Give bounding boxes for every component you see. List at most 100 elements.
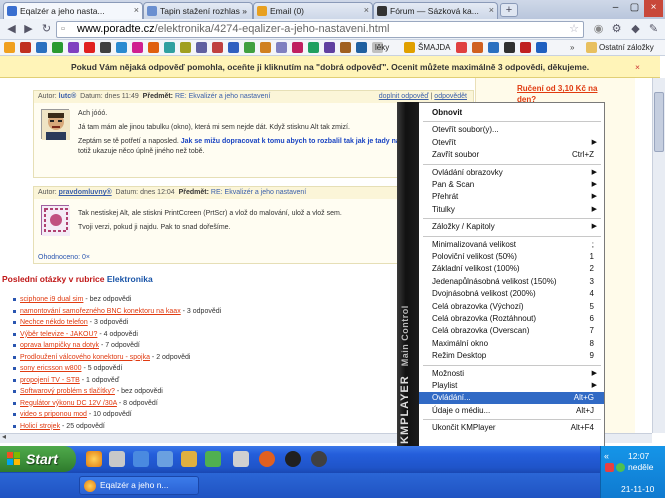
bookmark-icon[interactable] <box>356 42 367 53</box>
question-link[interactable]: Regulátor výkonu DC 12V /30A <box>20 400 117 407</box>
menu-item[interactable]: Ukončit KMPlayer Alt+F4 <box>419 422 604 434</box>
menu-item[interactable]: Poloviční velikost (50%) 1 <box>419 251 604 263</box>
bookmark-icon[interactable] <box>228 42 239 53</box>
menu-item[interactable]: Minimalizovaná velikost; <box>419 239 604 251</box>
question-link[interactable]: Softwarový problém s tlačítky? <box>20 388 115 395</box>
add-answer-link[interactable]: doplnit odpověď <box>379 93 429 100</box>
menu-item[interactable]: Zavřít soubor Ctrl+Z <box>419 149 604 161</box>
reply-link[interactable]: odpovědět <box>434 93 467 100</box>
more-bookmarks-icon[interactable]: » <box>570 42 574 53</box>
page-menu-icon[interactable]: ◉ <box>590 21 607 38</box>
menu-item[interactable]: Celá obrazovka (Roztáhnout) 6 <box>419 313 604 325</box>
question-link[interactable]: namontování samořezného BNC konektoru na… <box>20 308 181 315</box>
clock-time[interactable]: 12:07 <box>628 451 649 461</box>
tab-4[interactable]: Fórum — Sázková ka... × <box>373 2 498 19</box>
bookmark-icon[interactable] <box>212 42 223 53</box>
bookmark-icon[interactable] <box>164 42 175 53</box>
tab-3[interactable]: Email (0) × <box>253 2 373 19</box>
taskbar-window-button[interactable]: Eqalzér a jeho n... <box>79 476 199 495</box>
bookmark-icon[interactable] <box>20 42 31 53</box>
close-tab-icon[interactable]: × <box>134 5 139 15</box>
bookmark-icon[interactable] <box>132 42 143 53</box>
app-icon[interactable] <box>285 451 301 467</box>
menu-item[interactable]: Údaje o médiu... Alt+J <box>419 405 604 417</box>
bookmark-icon[interactable] <box>4 42 15 53</box>
bookmark-icon[interactable] <box>520 42 531 53</box>
app-icon[interactable] <box>133 451 149 467</box>
bookmark-icon[interactable] <box>404 42 415 53</box>
bookmark-icon[interactable] <box>260 42 271 53</box>
bookmark-icon[interactable] <box>244 42 255 53</box>
menu-item[interactable]: Otevřít soubor(y)... <box>419 124 604 136</box>
bookmark-icon[interactable] <box>308 42 319 53</box>
menu-item[interactable]: Přehrát ▶ <box>419 191 604 203</box>
tab-2[interactable]: Tapin stažení rozhlas » <box>143 2 253 19</box>
bookmark-icon[interactable] <box>196 42 207 53</box>
app-icon[interactable] <box>181 451 197 467</box>
menu-item[interactable]: Titulky ▶ <box>419 204 604 216</box>
bookmark-icon[interactable] <box>324 42 335 53</box>
menu-item[interactable]: Playlist ▶ <box>419 380 604 392</box>
address-bar[interactable]: ▫ www.poradte.cz/elektronika/4274-eqaliz… <box>56 21 584 38</box>
back-icon[interactable]: ◀ <box>3 21 20 38</box>
reload-icon[interactable]: ↻ <box>38 21 55 38</box>
scroll-thumb[interactable] <box>654 92 664 152</box>
bookmark-icon[interactable] <box>68 42 79 53</box>
menu-item[interactable]: Základní velikost (100%) 2 <box>419 263 604 275</box>
tray-expand-icon[interactable]: « <box>604 451 609 461</box>
firefox-icon[interactable] <box>259 451 275 467</box>
question-link[interactable]: Nechce nékdo telefon <box>20 319 88 326</box>
close-tab-icon[interactable]: × <box>489 5 494 15</box>
question-link[interactable]: oprava lampičky na dotyk <box>20 342 99 349</box>
menu-item[interactable]: Možnosti ▶ <box>419 368 604 380</box>
author-link[interactable]: lutc® <box>59 93 77 100</box>
bookmark-star-icon[interactable]: ☆ <box>569 22 579 37</box>
menu-item[interactable]: Jedenapůlnásobná velikost (150%) 3 <box>419 276 604 288</box>
bookmark-icon[interactable] <box>84 42 95 53</box>
menu-item[interactable]: Pan & Scan ▶ <box>419 179 604 191</box>
extension-icon[interactable]: ⚙ <box>608 21 625 38</box>
menu-item[interactable]: Celá obrazovka (Výchozí) 5 <box>419 301 604 313</box>
question-link[interactable]: video s priponou mod <box>20 411 87 418</box>
question-link[interactable]: Holicí strojek <box>20 423 60 430</box>
bookmark-icon[interactable] <box>180 42 191 53</box>
close-tab-icon[interactable]: × <box>364 5 369 15</box>
wrench-icon[interactable]: ✎ <box>645 21 662 38</box>
bookmark-icon[interactable] <box>100 42 111 53</box>
bookmark-icon[interactable] <box>472 42 483 53</box>
bookmark-icon[interactable] <box>276 42 287 53</box>
chrome-icon[interactable] <box>86 451 102 467</box>
menu-item[interactable]: Záložky / Kapitoly ▶ <box>419 221 604 233</box>
bookmark-icon[interactable] <box>116 42 127 53</box>
tray-app-icon[interactable] <box>616 463 625 472</box>
maximize-icon[interactable]: ▢ <box>625 0 644 17</box>
bookmark-smajda[interactable]: ŠMAJDA <box>418 42 450 53</box>
menu-item[interactable]: Ovládání obrazovky ▶ <box>419 167 604 179</box>
other-bookmarks[interactable]: Ostatní záložky <box>599 42 654 53</box>
menu-item[interactable]: Obnovit <box>419 107 604 119</box>
bookmark-leky[interactable]: lěky <box>375 42 389 53</box>
word-icon[interactable] <box>157 451 173 467</box>
bookmark-icon[interactable] <box>536 42 547 53</box>
bookmark-icon[interactable] <box>52 42 63 53</box>
menu-item[interactable]: Dvojnásobná velikost (200%) 4 <box>419 288 604 300</box>
scroll-left-icon[interactable]: ◂ <box>2 432 6 441</box>
bookmark-icon[interactable] <box>456 42 467 53</box>
info-close-icon[interactable]: × <box>635 56 640 78</box>
bookmark-icon[interactable] <box>292 42 303 53</box>
minimize-icon[interactable]: – <box>606 0 625 17</box>
extension2-icon[interactable]: ◆ <box>627 21 644 38</box>
bookmark-icon[interactable] <box>148 42 159 53</box>
question-link[interactable]: propojení TV - STB <box>20 377 80 384</box>
tab-1[interactable]: Eqalzér a jeho nasta... × <box>3 2 143 19</box>
menu-item[interactable]: Režim Desktop 9 <box>419 350 604 362</box>
bookmark-icon[interactable] <box>488 42 499 53</box>
media-icon[interactable] <box>311 451 327 467</box>
app-icon[interactable] <box>233 451 249 467</box>
author-link[interactable]: pravdomluvny® <box>59 189 112 196</box>
bookmark-icon[interactable] <box>504 42 515 53</box>
question-link[interactable]: Výběr televize - JAKOU? <box>20 331 97 338</box>
menu-item[interactable]: Maximální okno 8 <box>419 338 604 350</box>
vertical-scrollbar[interactable] <box>652 78 665 433</box>
close-window-icon[interactable]: × <box>644 0 663 17</box>
